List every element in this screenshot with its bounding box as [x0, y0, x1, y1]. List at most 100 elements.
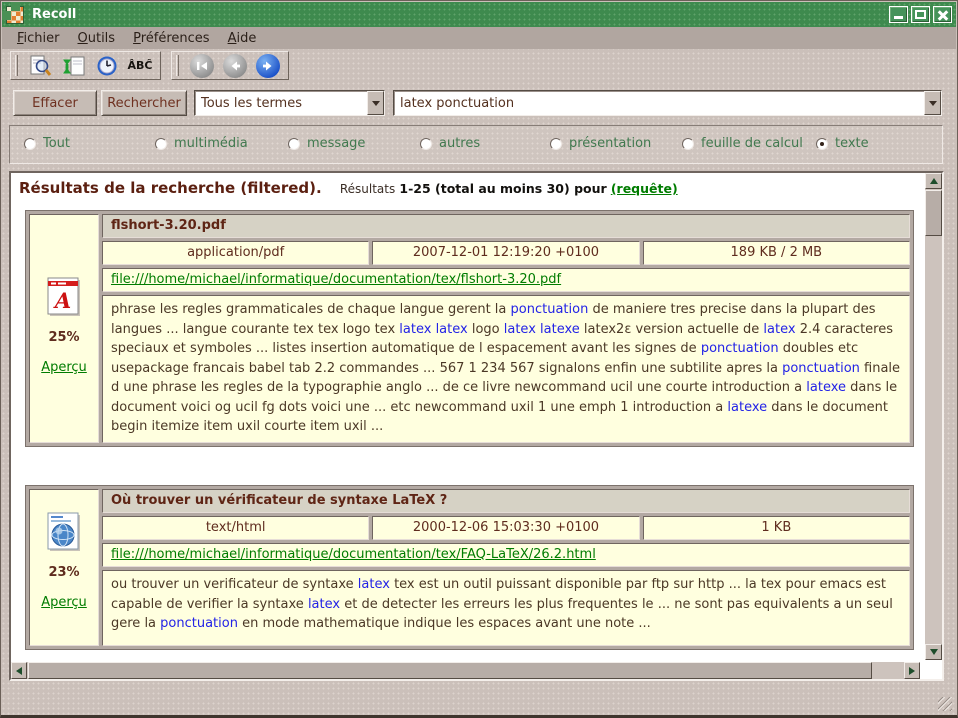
radio-dot[interactable]: [420, 138, 432, 150]
chevron-down-icon[interactable]: [367, 91, 384, 115]
statusbar: [2, 683, 956, 715]
toolbar-grip[interactable]: [15, 55, 18, 76]
menu-outils[interactable]: Outils: [69, 29, 125, 48]
scroll-left-button[interactable]: [11, 662, 27, 679]
arrow-left-icon: [227, 58, 243, 74]
first-page-button[interactable]: [190, 54, 214, 78]
results-heading: Résultats de la recherche (filtered).: [19, 179, 322, 197]
arrow-up-icon: [930, 174, 938, 184]
result-title: flshort-3.20.pdf: [102, 214, 910, 238]
result-detail: Où trouver un vérificateur de syntaxe La…: [102, 489, 910, 646]
radio-presentation[interactable]: présentation: [550, 136, 651, 151]
maximize-icon: [915, 10, 926, 19]
radio-texte[interactable]: texte: [816, 136, 869, 151]
clock-icon: [95, 54, 119, 78]
radio-dot[interactable]: [682, 138, 694, 150]
results-pane: Résultats de la recherche (filtered). Ré…: [9, 171, 944, 681]
minimize-icon: [894, 16, 903, 19]
result-url-link[interactable]: file:///home/michael/informatique/docume…: [111, 547, 596, 562]
vertical-scroll-thumb[interactable]: [925, 190, 942, 236]
radio-dot[interactable]: [155, 138, 167, 150]
preview-link[interactable]: Aperçu: [41, 360, 87, 375]
clear-button[interactable]: Effacer: [13, 90, 97, 116]
update-index-button[interactable]: [62, 54, 86, 78]
close-button[interactable]: [933, 6, 952, 23]
toolbar: ÂBĈ: [2, 49, 956, 82]
window-controls: [889, 6, 952, 23]
toolbar-group-navigation: [171, 51, 289, 80]
menubar: Fichier Outils Préférences Aide: [2, 27, 956, 49]
document-magnifier-icon: [29, 54, 53, 78]
pdf-file-icon: A: [47, 277, 81, 317]
radio-multimedia[interactable]: multimédia: [155, 136, 248, 151]
result-url-row: file:///home/michael/informatique/docume…: [102, 268, 910, 292]
term-explorer-button[interactable]: ÂBĈ: [128, 54, 152, 78]
search-mode-select[interactable]: Tous les termes: [194, 90, 385, 116]
result-date: 2000-12-06 15:03:30 +0100: [372, 516, 639, 540]
result-side-panel: 23% Aperçu: [29, 489, 99, 646]
scroll-down-button[interactable]: [925, 644, 942, 660]
relevance-percent: 25%: [48, 330, 79, 345]
window-title: Recoll: [32, 7, 889, 22]
result-date: 2007-12-01 12:19:20 +0100: [372, 241, 639, 265]
radio-tout[interactable]: Tout: [24, 136, 70, 151]
result-mime: application/pdf: [102, 241, 369, 265]
radio-autres[interactable]: autres: [420, 136, 480, 151]
radio-dot[interactable]: [816, 138, 828, 150]
preview-document-button[interactable]: [29, 54, 53, 78]
svg-text:A: A: [53, 288, 71, 313]
result-title: Où trouver un vérificateur de syntaxe La…: [102, 489, 910, 513]
result-mime: text/html: [102, 516, 369, 540]
radio-dot[interactable]: [288, 138, 300, 150]
previous-page-button[interactable]: [223, 54, 247, 78]
result-item: 23% Aperçu Où trouver un vérificateur de…: [25, 485, 914, 650]
toolbar-group-tools: ÂBĈ: [10, 51, 161, 80]
recoll-window: Recoll Fichier Outils Préférences Aide: [0, 0, 958, 718]
horizontal-scroll-thumb[interactable]: [28, 662, 872, 679]
html-file-icon: [46, 512, 82, 552]
results-header: Résultats de la recherche (filtered). Ré…: [19, 179, 920, 197]
result-snippet: ou trouver un verificateur de syntaxe la…: [102, 570, 910, 646]
history-button[interactable]: [95, 54, 119, 78]
menu-preferences[interactable]: Préférences: [124, 29, 218, 48]
result-url-link[interactable]: file:///home/michael/informatique/docume…: [111, 272, 561, 287]
recoll-logo-icon: [6, 6, 24, 24]
result-meta-row: text/html 2000-12-06 15:03:30 +0100 1 KB: [102, 516, 910, 540]
toolbar-grip[interactable]: [176, 55, 179, 76]
search-mode-value: Tous les termes: [195, 96, 367, 111]
category-filterbar: Tout multimédia message autres présentat…: [9, 125, 943, 164]
result-detail: flshort-3.20.pdf application/pdf 2007-12…: [102, 214, 910, 443]
query-link[interactable]: (requête): [611, 181, 678, 196]
menu-aide[interactable]: Aide: [219, 29, 266, 48]
minimize-button[interactable]: [889, 6, 908, 23]
radio-dot[interactable]: [550, 138, 562, 150]
result-size: 189 KB / 2 MB: [643, 241, 910, 265]
menu-fichier[interactable]: Fichier: [8, 29, 69, 48]
titlebar[interactable]: Recoll: [2, 2, 956, 27]
radio-dot[interactable]: [24, 138, 36, 150]
chevron-down-icon[interactable]: [924, 91, 941, 115]
maximize-button[interactable]: [911, 6, 930, 23]
arrow-left-icon: [12, 667, 22, 675]
result-url-row: file:///home/michael/informatique/docume…: [102, 543, 910, 567]
scroll-up-button[interactable]: [925, 173, 942, 189]
radio-feuille-de-calcul[interactable]: feuille de calcul: [682, 136, 803, 151]
horizontal-scrollbar[interactable]: [11, 662, 920, 679]
search-button[interactable]: Rechercher: [101, 90, 187, 116]
scroll-right-button[interactable]: [904, 662, 920, 679]
query-input[interactable]: latex ponctuation: [393, 90, 942, 116]
arrow-right-icon: [260, 58, 276, 74]
results-content: Résultats de la recherche (filtered). Ré…: [11, 173, 924, 660]
relevance-percent: 23%: [48, 565, 79, 580]
result-snippet: phrase les regles grammaticales de chaqu…: [102, 295, 910, 443]
result-side-panel: A 25% Aperçu: [29, 214, 99, 443]
radio-message[interactable]: message: [288, 136, 365, 151]
arrow-right-icon: [909, 667, 919, 675]
vertical-scrollbar[interactable]: [925, 173, 942, 660]
query-value: latex ponctuation: [394, 96, 924, 111]
preview-link[interactable]: Aperçu: [41, 595, 87, 610]
next-page-button[interactable]: [256, 54, 280, 78]
results-summary-prefix: Résultats: [340, 182, 395, 196]
result-size: 1 KB: [643, 516, 910, 540]
resize-grip[interactable]: [938, 697, 952, 711]
